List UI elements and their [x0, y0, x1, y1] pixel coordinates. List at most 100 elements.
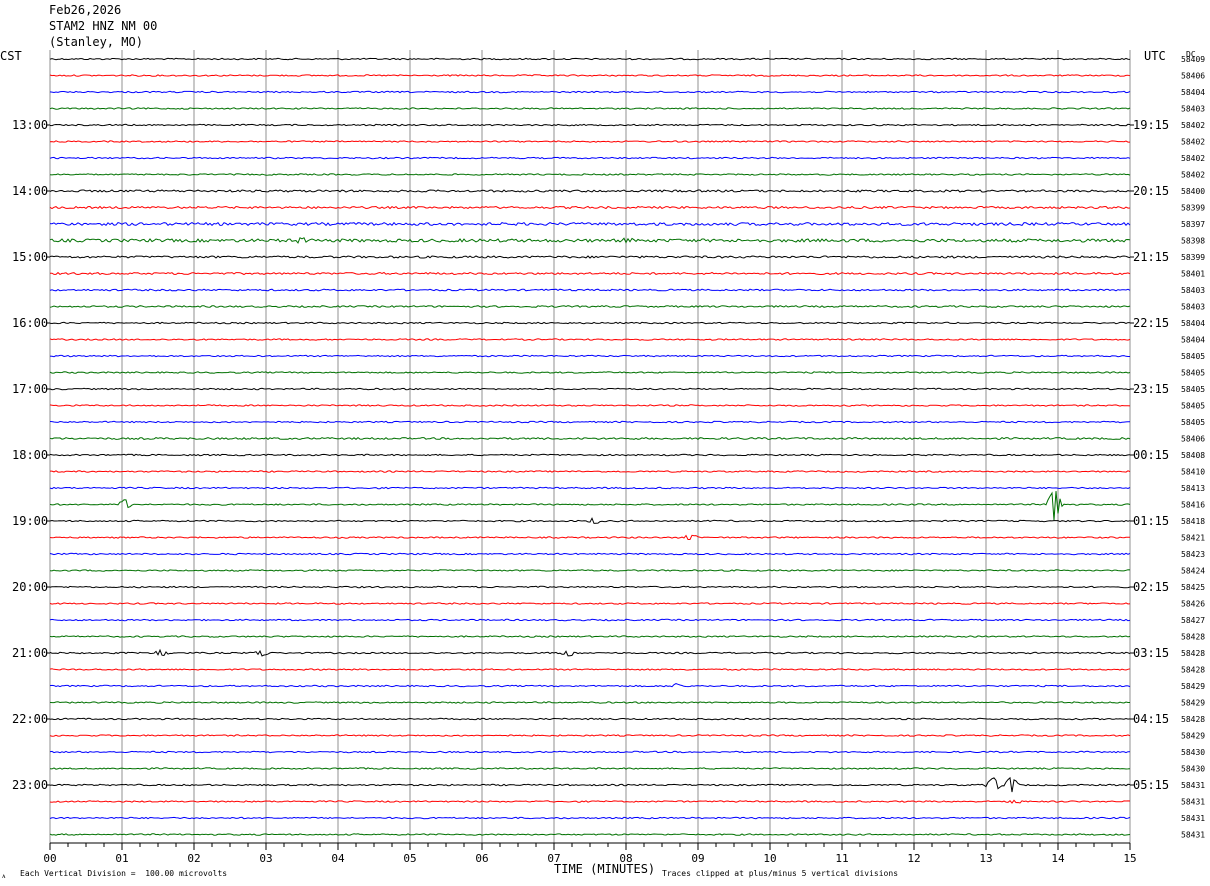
dc-offset-row-16: 58403 [1181, 303, 1205, 312]
dc-offset-row-17: 58404 [1181, 319, 1205, 328]
dc-offset-row-38: 58428 [1181, 666, 1205, 675]
dc-offset-row-26: 58410 [1181, 468, 1205, 477]
trace-row-14 [50, 271, 1131, 276]
dc-offset-row-30: 58421 [1181, 534, 1205, 543]
trace-row-31 [49, 552, 1131, 556]
dc-offset-row-2: 58406 [1181, 72, 1205, 81]
dc-offset-row-11: 58397 [1181, 220, 1205, 229]
dc-offset-row-19: 58405 [1181, 352, 1205, 361]
trace-row-28 [49, 491, 1131, 521]
trace-row-2 [49, 74, 1131, 77]
trace-row-33 [49, 585, 1131, 589]
dc-offset-row-47: 58431 [1181, 814, 1205, 823]
utc-hour-label: 19:15 [1133, 118, 1169, 132]
trace-row-13 [49, 255, 1131, 259]
utc-hour-label: 20:15 [1133, 184, 1169, 198]
dc-offset-row-35: 58427 [1181, 616, 1205, 625]
clip-note: Traces clipped at plus/minus 5 vertical … [662, 869, 898, 878]
dc-offset-row-12: 58398 [1181, 237, 1205, 246]
cst-hour-label: 21:00 [12, 646, 48, 660]
trace-row-25 [49, 453, 1131, 457]
dc-offset-row-7: 58402 [1181, 154, 1205, 163]
trace-row-44 [49, 767, 1131, 770]
x-tick-label-00: 00 [43, 852, 56, 865]
trace-row-38 [49, 668, 1131, 671]
dc-offset-row-13: 58399 [1181, 253, 1205, 262]
dc-offset-row-24: 58406 [1181, 435, 1205, 444]
scale-note: Each Vertical Division = 100.00 microvol… [20, 869, 227, 878]
cst-hour-label: 20:00 [12, 580, 48, 594]
dc-offset-row-33: 58425 [1181, 583, 1205, 592]
trace-row-30 [49, 534, 1131, 540]
trace-row-10 [49, 205, 1131, 210]
utc-hour-label: 21:15 [1133, 250, 1169, 264]
trace-row-1 [49, 57, 1131, 61]
cst-hour-label: 22:00 [12, 712, 48, 726]
cst-hour-label: 19:00 [12, 514, 48, 528]
trace-row-26 [50, 470, 1131, 473]
cst-hour-label: 13:00 [12, 118, 48, 132]
trace-row-37 [49, 648, 1131, 657]
x-axis-label: TIME (MINUTES) [554, 862, 655, 876]
dc-offset-row-14: 58401 [1181, 270, 1205, 279]
dc-offset-row-27: 58413 [1181, 484, 1205, 493]
dc-offset-row-40: 58429 [1181, 699, 1205, 708]
trace-row-27 [49, 486, 1131, 490]
dc-offset-row-18: 58404 [1181, 336, 1205, 345]
x-tick-label-05: 05 [403, 852, 416, 865]
x-tick-label-04: 04 [331, 852, 345, 865]
dc-offset-row-39: 58429 [1181, 682, 1205, 691]
dc-offset-row-4: 58403 [1181, 105, 1205, 114]
dc-offset-row-32: 58424 [1181, 567, 1205, 576]
cst-hour-label: 14:00 [12, 184, 48, 198]
trace-row-6 [49, 140, 1130, 143]
trace-row-9 [49, 189, 1131, 193]
right-zone-label: UTC [1144, 49, 1166, 63]
trace-row-21 [49, 387, 1131, 391]
trace-row-46 [49, 799, 1131, 804]
dc-offset-row-3: 58404 [1181, 88, 1205, 97]
trace-row-20 [49, 371, 1131, 374]
x-tick-label-09: 09 [691, 852, 704, 865]
x-tick-label-11: 11 [835, 852, 848, 865]
trace-row-36 [49, 635, 1131, 638]
cst-hour-label: 15:00 [12, 250, 48, 264]
trace-row-24 [49, 436, 1131, 441]
dc-offset-row-28: 58416 [1181, 501, 1205, 510]
utc-hour-label: 03:15 [1133, 646, 1169, 660]
dc-offset-row-44: 58430 [1181, 765, 1205, 774]
seismic-traces: 5840958406584045840358402584025840258402… [49, 55, 1205, 840]
cst-hour-label: 16:00 [12, 316, 48, 330]
dc-offset-row-36: 58428 [1181, 633, 1205, 642]
x-tick-label-06: 06 [475, 852, 488, 865]
trace-row-35 [49, 618, 1131, 622]
x-tick-label-13: 13 [979, 852, 992, 865]
utc-hour-label: 04:15 [1133, 712, 1169, 726]
cst-hour-label: 17:00 [12, 382, 48, 396]
dc-offset-row-9: 58400 [1181, 187, 1205, 196]
trace-row-7 [49, 156, 1131, 160]
dc-offset-row-42: 58429 [1181, 732, 1205, 741]
trace-row-29 [49, 517, 1131, 524]
trace-row-22 [49, 404, 1131, 407]
utc-hour-label: 05:15 [1133, 778, 1169, 792]
dc-offset-row-34: 58426 [1181, 600, 1205, 609]
x-tick-label-10: 10 [763, 852, 776, 865]
dc-offset-row-21: 58405 [1181, 385, 1205, 394]
dc-offset-row-29: 58418 [1181, 517, 1205, 526]
trace-row-17 [49, 321, 1131, 325]
left-zone-label: CST [0, 49, 22, 63]
trace-row-43 [49, 750, 1131, 754]
trace-row-4 [49, 107, 1131, 110]
dc-offset-row-22: 58405 [1181, 402, 1205, 411]
x-tick-label-03: 03 [259, 852, 272, 865]
trace-row-48 [49, 833, 1131, 836]
trace-row-39 [49, 683, 1131, 688]
utc-hour-label: 23:15 [1133, 382, 1169, 396]
utc-hour-label: 00:15 [1133, 448, 1169, 462]
dc-offset-row-23: 58405 [1181, 418, 1205, 427]
trace-row-34 [49, 602, 1131, 605]
dc-offset-row-25: 58408 [1181, 451, 1205, 460]
dc-offset-row-6: 58402 [1181, 138, 1205, 147]
dc-offset-row-37: 58428 [1181, 649, 1205, 658]
